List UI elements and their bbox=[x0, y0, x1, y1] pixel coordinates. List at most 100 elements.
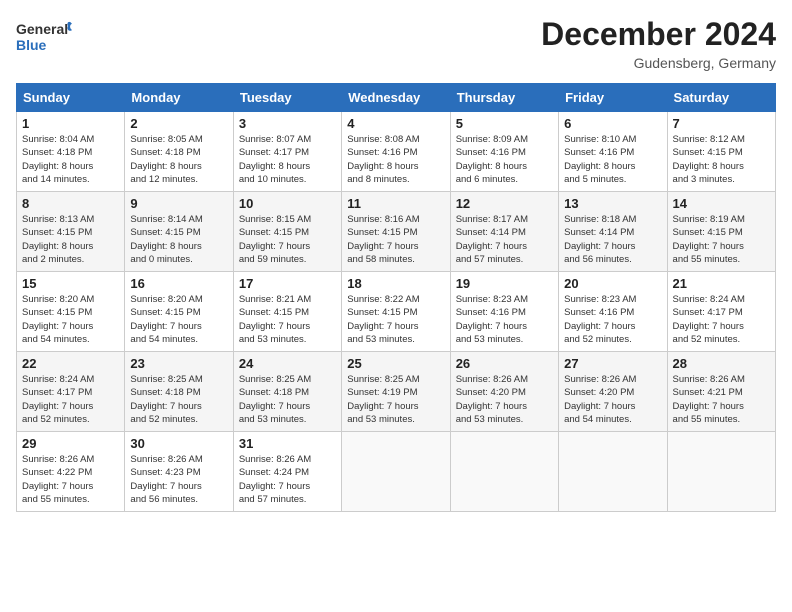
calendar-cell: 8 Sunrise: 8:13 AM Sunset: 4:15 PM Daylig… bbox=[17, 192, 125, 272]
day-number: 2 bbox=[130, 116, 227, 131]
day-number: 18 bbox=[347, 276, 444, 291]
day-info: Sunrise: 8:09 AM Sunset: 4:16 PM Dayligh… bbox=[456, 133, 553, 186]
month-year-title: December 2024 bbox=[541, 16, 776, 53]
day-info: Sunrise: 8:26 AM Sunset: 4:20 PM Dayligh… bbox=[564, 373, 661, 426]
page-header: GeneralBlue December 2024 Gudensberg, Ge… bbox=[16, 16, 776, 71]
day-number: 4 bbox=[347, 116, 444, 131]
day-number: 6 bbox=[564, 116, 661, 131]
col-header-sunday: Sunday bbox=[17, 84, 125, 112]
calendar-cell bbox=[559, 432, 667, 512]
day-info: Sunrise: 8:20 AM Sunset: 4:15 PM Dayligh… bbox=[22, 293, 119, 346]
calendar-cell: 25Sunrise: 8:25 AM Sunset: 4:19 PM Dayli… bbox=[342, 352, 450, 432]
day-info: Sunrise: 8:23 AM Sunset: 4:16 PM Dayligh… bbox=[564, 293, 661, 346]
day-info: Sunrise: 8:24 AM Sunset: 4:17 PM Dayligh… bbox=[673, 293, 770, 346]
svg-text:General: General bbox=[16, 21, 68, 37]
day-number: 24 bbox=[239, 356, 336, 371]
calendar-cell bbox=[450, 432, 558, 512]
day-number: 5 bbox=[456, 116, 553, 131]
logo-svg: GeneralBlue bbox=[16, 16, 76, 56]
calendar-cell: 14 Sunrise: 8:19 AM Sunset: 4:15 PM Dayli… bbox=[667, 192, 775, 272]
calendar-cell: 13 Sunrise: 8:18 AM Sunset: 4:14 PM Dayli… bbox=[559, 192, 667, 272]
calendar-cell: 18 Sunrise: 8:22 AM Sunset: 4:15 PM Dayli… bbox=[342, 272, 450, 352]
day-info: Sunrise: 8:05 AM Sunset: 4:18 PM Dayligh… bbox=[130, 133, 227, 186]
calendar-cell: 3Sunrise: 8:07 AM Sunset: 4:17 PM Daylig… bbox=[233, 112, 341, 192]
day-info: Sunrise: 8:26 AM Sunset: 4:21 PM Dayligh… bbox=[673, 373, 770, 426]
calendar-cell bbox=[342, 432, 450, 512]
calendar-cell: 5 Sunrise: 8:09 AM Sunset: 4:16 PM Daylig… bbox=[450, 112, 558, 192]
day-info: Sunrise: 8:12 AM Sunset: 4:15 PM Dayligh… bbox=[673, 133, 770, 186]
calendar-cell: 21Sunrise: 8:24 AM Sunset: 4:17 PM Dayli… bbox=[667, 272, 775, 352]
day-info: Sunrise: 8:18 AM Sunset: 4:14 PM Dayligh… bbox=[564, 213, 661, 266]
day-info: Sunrise: 8:23 AM Sunset: 4:16 PM Dayligh… bbox=[456, 293, 553, 346]
day-info: Sunrise: 8:26 AM Sunset: 4:22 PM Dayligh… bbox=[22, 453, 119, 506]
day-number: 20 bbox=[564, 276, 661, 291]
col-header-wednesday: Wednesday bbox=[342, 84, 450, 112]
calendar-cell: 16 Sunrise: 8:20 AM Sunset: 4:15 PM Dayli… bbox=[125, 272, 233, 352]
calendar-cell: 24 Sunrise: 8:25 AM Sunset: 4:18 PM Dayli… bbox=[233, 352, 341, 432]
calendar-cell: 2 Sunrise: 8:05 AM Sunset: 4:18 PM Daylig… bbox=[125, 112, 233, 192]
day-info: Sunrise: 8:25 AM Sunset: 4:18 PM Dayligh… bbox=[239, 373, 336, 426]
day-number: 31 bbox=[239, 436, 336, 451]
day-number: 28 bbox=[673, 356, 770, 371]
day-number: 16 bbox=[130, 276, 227, 291]
calendar-cell: 28 Sunrise: 8:26 AM Sunset: 4:21 PM Dayli… bbox=[667, 352, 775, 432]
calendar-cell: 27 Sunrise: 8:26 AM Sunset: 4:20 PM Dayli… bbox=[559, 352, 667, 432]
calendar-cell: 20 Sunrise: 8:23 AM Sunset: 4:16 PM Dayli… bbox=[559, 272, 667, 352]
calendar-cell bbox=[667, 432, 775, 512]
day-number: 3 bbox=[239, 116, 336, 131]
calendar-cell: 31 Sunrise: 8:26 AM Sunset: 4:24 PM Dayli… bbox=[233, 432, 341, 512]
calendar-cell: 19 Sunrise: 8:23 AM Sunset: 4:16 PM Dayli… bbox=[450, 272, 558, 352]
day-info: Sunrise: 8:26 AM Sunset: 4:20 PM Dayligh… bbox=[456, 373, 553, 426]
col-header-saturday: Saturday bbox=[667, 84, 775, 112]
day-number: 12 bbox=[456, 196, 553, 211]
day-info: Sunrise: 8:13 AM Sunset: 4:15 PM Dayligh… bbox=[22, 213, 119, 266]
calendar-cell: 1 Sunrise: 8:04 AM Sunset: 4:18 PM Daylig… bbox=[17, 112, 125, 192]
location-subtitle: Gudensberg, Germany bbox=[541, 55, 776, 71]
day-info: Sunrise: 8:15 AM Sunset: 4:15 PM Dayligh… bbox=[239, 213, 336, 266]
day-info: Sunrise: 8:22 AM Sunset: 4:15 PM Dayligh… bbox=[347, 293, 444, 346]
calendar-cell: 4Sunrise: 8:08 AM Sunset: 4:16 PM Daylig… bbox=[342, 112, 450, 192]
day-info: Sunrise: 8:19 AM Sunset: 4:15 PM Dayligh… bbox=[673, 213, 770, 266]
day-number: 27 bbox=[564, 356, 661, 371]
logo: GeneralBlue bbox=[16, 16, 76, 56]
day-info: Sunrise: 8:25 AM Sunset: 4:18 PM Dayligh… bbox=[130, 373, 227, 426]
title-block: December 2024 Gudensberg, Germany bbox=[541, 16, 776, 71]
day-number: 11 bbox=[347, 196, 444, 211]
calendar-cell: 15 Sunrise: 8:20 AM Sunset: 4:15 PM Dayli… bbox=[17, 272, 125, 352]
day-number: 29 bbox=[22, 436, 119, 451]
day-info: Sunrise: 8:24 AM Sunset: 4:17 PM Dayligh… bbox=[22, 373, 119, 426]
day-number: 8 bbox=[22, 196, 119, 211]
calendar-cell: 30Sunrise: 8:26 AM Sunset: 4:23 PM Dayli… bbox=[125, 432, 233, 512]
day-number: 7 bbox=[673, 116, 770, 131]
calendar-cell: 9 Sunrise: 8:14 AM Sunset: 4:15 PM Daylig… bbox=[125, 192, 233, 272]
day-number: 13 bbox=[564, 196, 661, 211]
day-number: 30 bbox=[130, 436, 227, 451]
day-number: 15 bbox=[22, 276, 119, 291]
day-info: Sunrise: 8:20 AM Sunset: 4:15 PM Dayligh… bbox=[130, 293, 227, 346]
day-number: 10 bbox=[239, 196, 336, 211]
col-header-monday: Monday bbox=[125, 84, 233, 112]
day-number: 1 bbox=[22, 116, 119, 131]
day-info: Sunrise: 8:26 AM Sunset: 4:24 PM Dayligh… bbox=[239, 453, 336, 506]
calendar-cell: 11 Sunrise: 8:16 AM Sunset: 4:15 PM Dayli… bbox=[342, 192, 450, 272]
day-number: 26 bbox=[456, 356, 553, 371]
calendar-cell: 7 Sunrise: 8:12 AM Sunset: 4:15 PM Daylig… bbox=[667, 112, 775, 192]
day-number: 14 bbox=[673, 196, 770, 211]
calendar-cell: 10 Sunrise: 8:15 AM Sunset: 4:15 PM Dayli… bbox=[233, 192, 341, 272]
day-info: Sunrise: 8:04 AM Sunset: 4:18 PM Dayligh… bbox=[22, 133, 119, 186]
day-number: 25 bbox=[347, 356, 444, 371]
calendar-cell: 26 Sunrise: 8:26 AM Sunset: 4:20 PM Dayli… bbox=[450, 352, 558, 432]
col-header-tuesday: Tuesday bbox=[233, 84, 341, 112]
calendar-cell: 6Sunrise: 8:10 AM Sunset: 4:16 PM Daylig… bbox=[559, 112, 667, 192]
day-info: Sunrise: 8:14 AM Sunset: 4:15 PM Dayligh… bbox=[130, 213, 227, 266]
calendar-table: SundayMondayTuesdayWednesdayThursdayFrid… bbox=[16, 83, 776, 512]
col-header-friday: Friday bbox=[559, 84, 667, 112]
day-number: 19 bbox=[456, 276, 553, 291]
day-info: Sunrise: 8:16 AM Sunset: 4:15 PM Dayligh… bbox=[347, 213, 444, 266]
day-number: 23 bbox=[130, 356, 227, 371]
calendar-cell: 22 Sunrise: 8:24 AM Sunset: 4:17 PM Dayli… bbox=[17, 352, 125, 432]
day-number: 9 bbox=[130, 196, 227, 211]
day-number: 22 bbox=[22, 356, 119, 371]
calendar-cell: 29 Sunrise: 8:26 AM Sunset: 4:22 PM Dayli… bbox=[17, 432, 125, 512]
col-header-thursday: Thursday bbox=[450, 84, 558, 112]
